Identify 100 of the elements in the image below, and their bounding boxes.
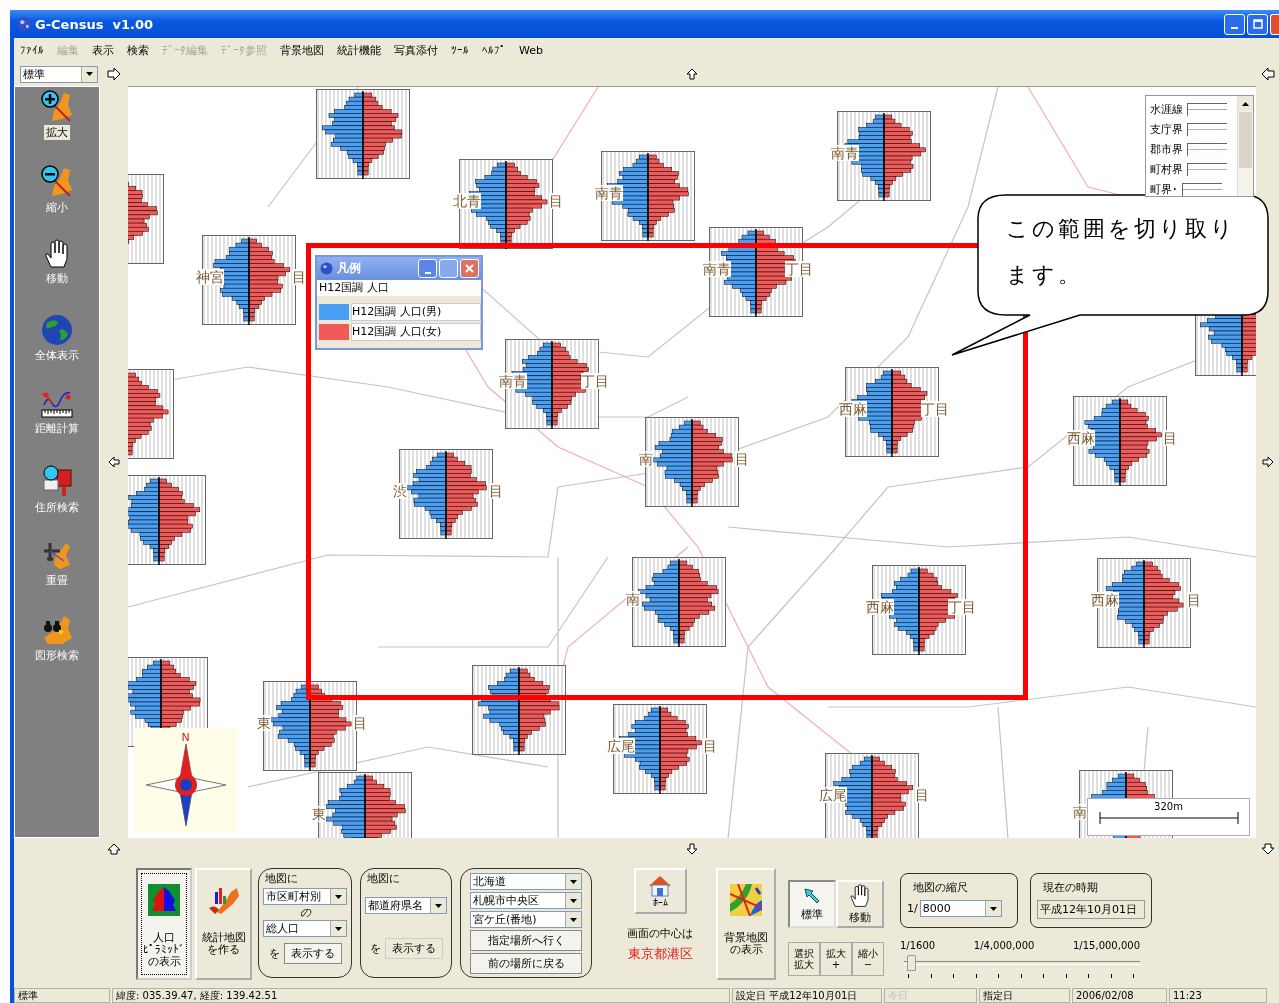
item-dropdown[interactable]: 総人口 — [263, 920, 347, 937]
mode-button[interactable]: 標準 — [788, 880, 836, 928]
area-dropdown[interactable]: 宮ケ丘(番地) — [470, 911, 582, 928]
tool-button-label[interactable]: 住所検索 — [33, 500, 81, 515]
minimize-button[interactable] — [418, 259, 437, 278]
expand-icon[interactable] — [1260, 843, 1275, 855]
zoom-out-icon[interactable] — [40, 164, 74, 198]
group-caption: 現在の時期 — [1043, 880, 1098, 895]
colored-map-icon — [730, 884, 762, 916]
close-icon — [465, 264, 474, 273]
center-caption: 画面の中心は — [627, 926, 693, 941]
district-label: 目 — [292, 269, 306, 285]
scrollbar[interactable] — [1237, 96, 1253, 196]
close-button[interactable] — [460, 259, 479, 278]
period-field: 平成12年10月01日 — [1037, 900, 1145, 919]
zoom-in-icon[interactable] — [40, 89, 74, 123]
hand-icon — [849, 883, 871, 908]
district-label: 広尾 — [819, 787, 847, 803]
pan-right-icon[interactable] — [1261, 456, 1274, 468]
district-label: 西麻 — [1091, 592, 1119, 608]
tool-button-label[interactable]: 全体表示 — [33, 348, 81, 363]
expand-icon[interactable] — [1260, 68, 1275, 80]
district-label: 丁目 — [948, 599, 976, 615]
close-button[interactable] — [1270, 13, 1279, 35]
tool-button-label[interactable]: 縮小 — [44, 200, 70, 215]
slider-thumb[interactable] — [906, 955, 916, 971]
mailbox-icon[interactable] — [40, 464, 74, 498]
menu-item[interactable]: Web — [519, 43, 543, 57]
menu-item[interactable]: 統計機能 — [337, 42, 381, 58]
back-button[interactable]: 前の場所に戻る — [470, 953, 582, 974]
district-label: 東 — [312, 806, 326, 822]
collapse-icon[interactable] — [107, 68, 121, 80]
callout-text: この範囲を切り取ります。 — [1006, 215, 1237, 289]
view-dropdown[interactable]: 標準 — [20, 65, 98, 83]
scale-tick-label: 1/4,000,000 — [973, 940, 1035, 951]
compass-rose-icon — [145, 744, 226, 826]
menu-item[interactable]: ﾌｧｲﾙ — [20, 43, 44, 57]
collapse-icon[interactable] — [107, 843, 121, 855]
menu-item[interactable]: 表示 — [92, 42, 114, 58]
scale-dropdown[interactable]: 8000 — [919, 900, 1002, 917]
district-label: 西麻 — [1067, 430, 1095, 446]
unit-dropdown[interactable]: 都道府県名 — [365, 897, 447, 914]
district-label: 丁目 — [581, 373, 609, 389]
status-field: 設定日 平成12年10月01日 — [732, 988, 882, 1003]
legend-label: 水涯線 — [1150, 101, 1183, 117]
status-field: 11:23 — [1169, 988, 1267, 1003]
group-caption: 地図に — [367, 871, 400, 886]
district-label: 目 — [1187, 592, 1201, 608]
zoom-button[interactable]: 拡大 + — [820, 942, 852, 976]
tool-button-label[interactable]: 図形検索 — [33, 648, 81, 663]
maximize-button[interactable] — [1247, 13, 1268, 35]
caret-icon — [335, 926, 342, 931]
scale-tick-label: 1/1600 — [900, 940, 936, 951]
zoom-button[interactable]: 選択 拡大 — [788, 942, 820, 976]
tool-button-label[interactable]: 距離計算 — [33, 421, 81, 436]
scale-line-icon — [1098, 812, 1239, 824]
maximize-icon — [1252, 19, 1263, 29]
scale-label: 320m — [1154, 801, 1183, 812]
hand-icon[interactable] — [44, 239, 70, 269]
pan-up-icon[interactable] — [686, 68, 698, 80]
caret-icon — [989, 906, 997, 911]
show-button[interactable]: 表示する — [384, 938, 443, 959]
district-label: 丁目 — [785, 261, 813, 277]
tool-button-label[interactable]: 拡大 — [44, 125, 70, 140]
mode-button[interactable]: 移動 — [836, 880, 884, 928]
legend-label: H12国調 人口(女) — [351, 323, 481, 341]
district-label: 広尾 — [607, 738, 635, 754]
menu-item[interactable]: ﾂｰﾙ — [451, 43, 469, 57]
city-dropdown[interactable]: 札幌市中央区 — [470, 892, 582, 909]
tool-button-label[interactable]: 重畳 — [44, 573, 70, 588]
show-button[interactable]: 表示する — [283, 943, 342, 964]
pan-left-icon[interactable] — [108, 456, 120, 468]
menu-item[interactable]: 背景地図 — [280, 42, 324, 58]
pan-down-icon[interactable] — [686, 843, 698, 855]
minimize-icon — [424, 271, 431, 274]
go-to-place-button[interactable]: 指定場所へ行く — [470, 930, 582, 951]
legend-heading: H12国調 人口 — [317, 280, 481, 296]
zoom-button[interactable]: 縮小 − — [852, 942, 884, 976]
unit-dropdown[interactable]: 市区町村別 — [263, 888, 347, 905]
center-place: 東京都港区 — [627, 945, 693, 963]
legend-label: 支庁界 — [1150, 121, 1183, 137]
house-icon — [647, 874, 673, 897]
district-label: 渋 — [393, 483, 407, 499]
background-map-button[interactable]: 背景地図 の表示 — [716, 868, 776, 980]
prefecture-dropdown[interactable]: 北海道 — [470, 873, 582, 890]
arrow-cursor-icon — [803, 886, 821, 905]
menu-item[interactable]: ﾍﾙﾌﾟ — [482, 43, 506, 57]
connector-text: の — [299, 907, 311, 918]
ruler-icon[interactable] — [40, 389, 74, 419]
home-button[interactable]: ﾎｰﾑ — [633, 868, 687, 914]
menu-item[interactable]: 写真添付 — [394, 42, 438, 58]
tool-button-label[interactable]: 移動 — [44, 271, 70, 286]
district-label: 南青 — [595, 185, 623, 201]
district-label: 丁目 — [921, 401, 949, 417]
district-label: 目 — [735, 451, 749, 467]
legend-label: 町界･ — [1150, 181, 1178, 196]
minimize-button[interactable] — [1224, 13, 1245, 35]
menu-item[interactable]: 検索 — [127, 42, 149, 58]
stat-map-button[interactable]: 統計地図 を作る — [195, 868, 252, 980]
pyramid-display-button[interactable]: 人口 ﾋﾟﾗﾐｯﾄﾞ の表示 — [136, 868, 192, 980]
